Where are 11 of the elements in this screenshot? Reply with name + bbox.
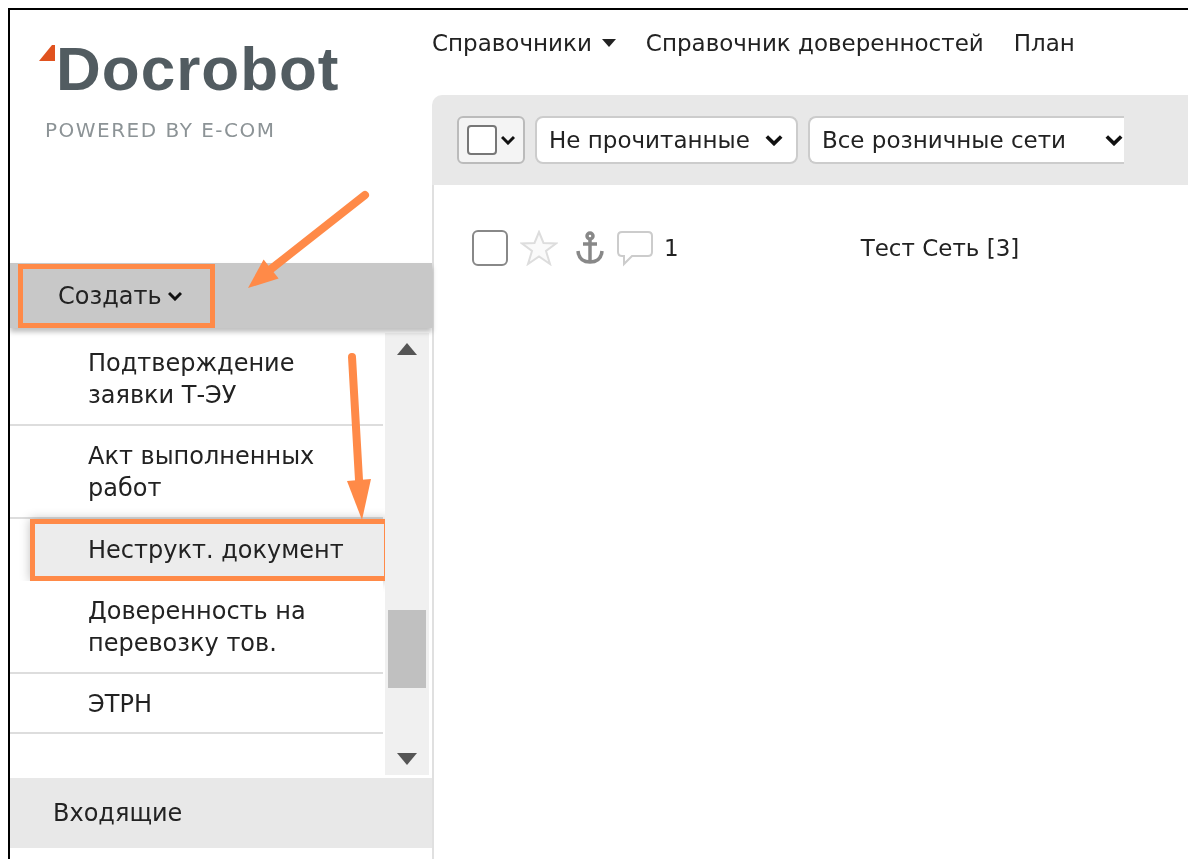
nav-link[interactable]: Справочники	[432, 30, 616, 56]
logo-tagline: POWERED BY E-COM	[45, 118, 276, 142]
comment-count: 1	[664, 235, 679, 261]
sidebar-section[interactable]: Входящие	[10, 778, 432, 850]
network-name[interactable]: Тест Сеть [3]	[860, 235, 1020, 261]
nav-link[interactable]: Справочник доверенностей	[645, 30, 984, 56]
logo-wordmark: Docrobot	[56, 38, 340, 100]
nav-link[interactable]: План	[1013, 30, 1075, 56]
filter-dropdown[interactable]: Не прочитанные	[535, 116, 798, 164]
create-button[interactable]: Создать	[18, 263, 215, 328]
filter-dropdown[interactable]: Все розничные сети	[807, 116, 1125, 164]
